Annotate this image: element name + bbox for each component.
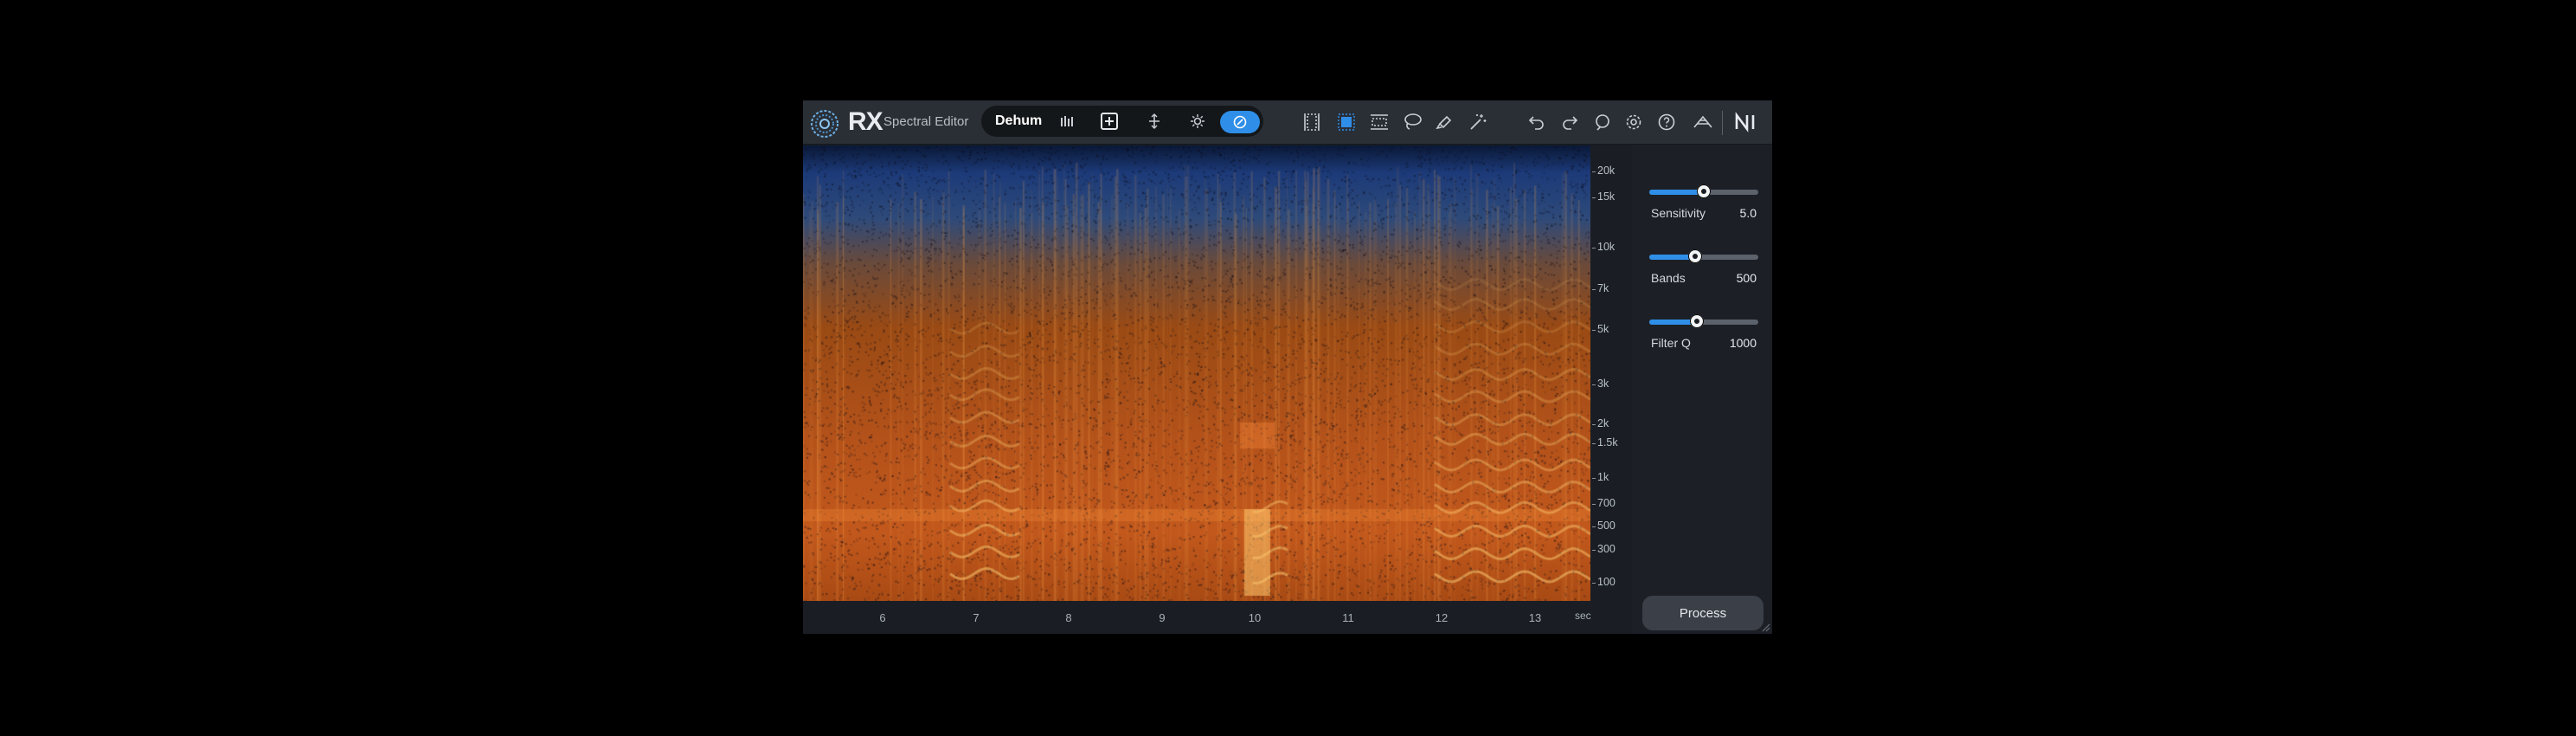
slider-bands[interactable] <box>1649 249 1758 263</box>
slider-thumb[interactable] <box>1690 314 1705 328</box>
time-tick-label: 7 <box>973 611 980 624</box>
frequency-tick <box>1592 583 1596 584</box>
frequency-label: 500 <box>1597 520 1616 532</box>
frequency-label: 3k <box>1597 378 1609 390</box>
slider-value[interactable]: 1000 <box>1730 336 1757 350</box>
crosshair-icon[interactable] <box>1140 107 1168 135</box>
time-tick-label: 11 <box>1342 611 1354 624</box>
history-icon[interactable] <box>1589 108 1616 136</box>
spectrogram[interactable] <box>803 145 1590 601</box>
frequency-scale: 20k 15k 10k 7k 5k 3k 2k 1.5k 1k 700 500 300 100 <box>1592 145 1627 606</box>
frequency-label: 15k <box>1597 190 1616 203</box>
frequency-tick <box>1592 443 1596 444</box>
frequency-tick <box>1592 504 1596 505</box>
slider-thumb[interactable] <box>1697 184 1711 198</box>
slider-thumb[interactable] <box>1687 249 1702 263</box>
rect-select-icon[interactable] <box>1333 108 1360 136</box>
frequency-label: 7k <box>1597 282 1609 294</box>
slider-label: Filter Q <box>1651 336 1691 350</box>
frequency-label: 20k <box>1597 165 1616 177</box>
slider-value[interactable]: 5.0 <box>1740 206 1757 220</box>
brush-icon[interactable] <box>1431 108 1459 136</box>
frequency-tick <box>1592 197 1596 198</box>
slider-fill <box>1649 190 1704 195</box>
undo-icon[interactable] <box>1523 108 1551 136</box>
rx-logo-icon <box>811 110 838 138</box>
frequency-tick <box>1592 384 1596 385</box>
time-tick-label: 6 <box>879 611 886 624</box>
frequency-tick <box>1592 289 1596 290</box>
frequency-label: 10k <box>1597 241 1616 253</box>
spectrogram-area[interactable] <box>803 145 1592 606</box>
frequency-label: 300 <box>1597 543 1616 555</box>
time-tick-label: 13 <box>1528 611 1542 624</box>
frequency-label: 2k <box>1597 417 1609 429</box>
frequency-label: 700 <box>1597 497 1616 509</box>
frequency-tick <box>1592 526 1596 527</box>
ni-logo-icon <box>1732 108 1760 136</box>
settings-icon[interactable] <box>1620 108 1648 136</box>
frequency-tick <box>1592 478 1596 479</box>
redo-icon[interactable] <box>1556 108 1584 136</box>
time-axis: sec 6 7 8 9 10 11 12 13 <box>803 606 1627 634</box>
module-bar: Dehum <box>981 106 1263 137</box>
add-box-icon[interactable] <box>1095 107 1123 135</box>
frequency-label: 1k <box>1597 471 1609 483</box>
slider-label: Bands <box>1651 271 1686 285</box>
slider-sensitivity[interactable] <box>1649 184 1758 198</box>
freq-select-icon[interactable] <box>1365 108 1393 136</box>
broadcast-icon[interactable] <box>1689 108 1717 136</box>
time-tick-label: 12 <box>1435 611 1449 624</box>
time-tick-label: 10 <box>1248 611 1262 624</box>
spectral-editor-window: RX Spectral Editor Dehum 20k 15k 10k 7k … <box>803 100 1772 634</box>
frequency-label: 100 <box>1597 576 1616 588</box>
lasso-icon[interactable] <box>1398 108 1426 136</box>
toolbar-divider <box>1722 111 1723 135</box>
resize-handle-icon[interactable] <box>1762 623 1770 632</box>
frequency-label: 5k <box>1597 323 1609 335</box>
time-tick-label: 9 <box>1159 611 1166 624</box>
time-select-icon[interactable] <box>1298 108 1326 136</box>
product-name: Spectral Editor <box>883 114 969 129</box>
module-name[interactable]: Dehum <box>995 113 1042 129</box>
frequency-label: 1.5k <box>1597 436 1618 449</box>
frequency-tick <box>1592 550 1596 551</box>
frequency-tick <box>1592 248 1596 249</box>
slider-label: Sensitivity <box>1651 206 1706 220</box>
bars-icon[interactable] <box>1052 107 1080 135</box>
module-panel: Sensitivity 5.0 Bands 500 Filter Q 1000 Proce… <box>1632 145 1772 634</box>
power-toggle-icon[interactable] <box>1220 111 1260 133</box>
process-button[interactable]: Process <box>1642 596 1763 630</box>
magic-wand-icon[interactable] <box>1464 108 1492 136</box>
frequency-tick <box>1592 171 1596 172</box>
frequency-tick <box>1592 330 1596 331</box>
time-unit-label: sec <box>1575 610 1591 622</box>
slider-value[interactable]: 500 <box>1737 271 1757 285</box>
help-icon[interactable] <box>1653 108 1680 136</box>
sun-icon[interactable] <box>1184 107 1211 135</box>
slider-filter-q[interactable] <box>1649 314 1758 328</box>
app-brand: RX <box>848 107 883 136</box>
toolbar: RX Spectral Editor Dehum <box>803 100 1772 145</box>
time-tick-label: 8 <box>1065 611 1072 624</box>
frequency-tick <box>1592 424 1596 425</box>
